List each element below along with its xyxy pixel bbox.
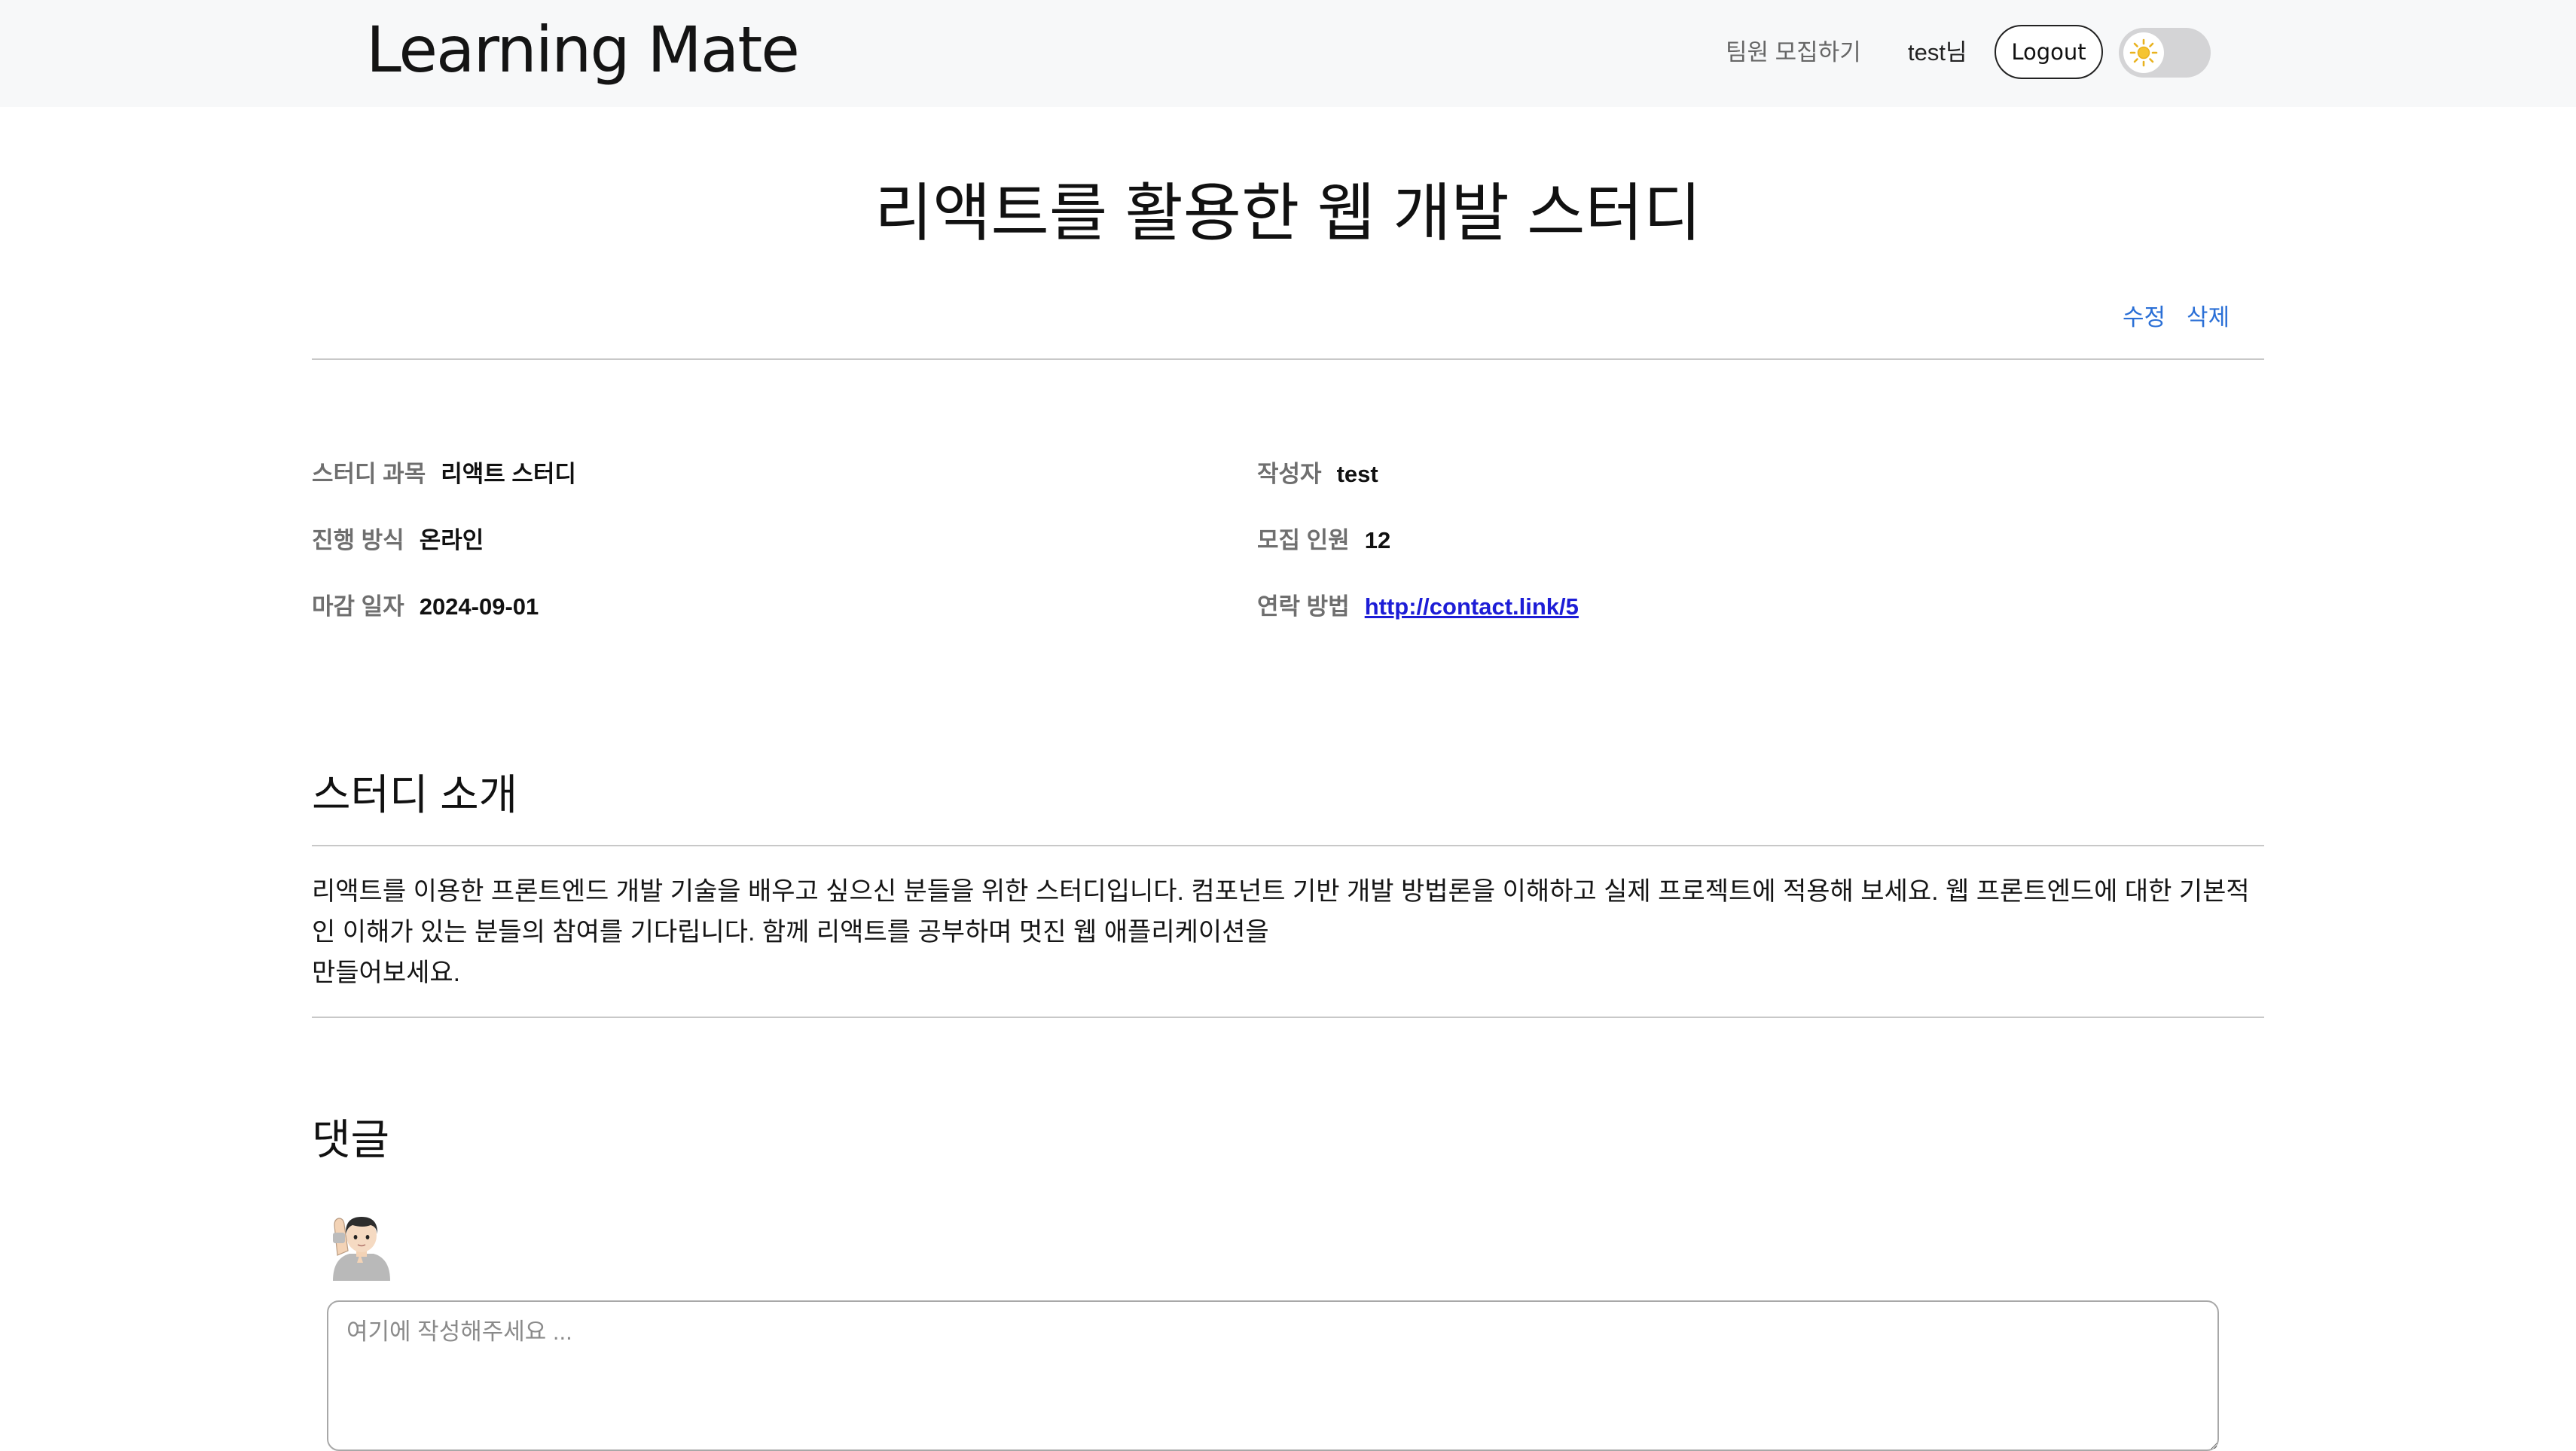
info-subject: 스터디 과목 리액트 스터디: [312, 456, 576, 492]
author-label: 작성자: [1257, 461, 1322, 487]
info-contact: 연락 방법 http://contact.link/5: [1257, 589, 1579, 625]
headcount-value: 12: [1364, 527, 1391, 553]
delete-post-button[interactable]: 삭제: [2187, 300, 2230, 336]
contact-label: 연락 방법: [1257, 593, 1350, 620]
intro-body: 리액트를 이용한 프론트엔드 개발 기술을 배우고 싶으신 분들을 위한 스터디…: [312, 877, 2250, 987]
post-actions: 수정 삭제: [2123, 300, 2230, 336]
headcount-label: 모집 인원: [1257, 527, 1350, 553]
edit-post-button[interactable]: 수정: [2123, 300, 2165, 336]
title-divider: [312, 358, 2264, 360]
post-title: 리액트를 활용한 웹 개발 스터디: [874, 178, 1702, 248]
info-deadline: 마감 일자 2024-09-01: [312, 589, 539, 625]
deadline-value: 2024-09-01: [419, 593, 539, 620]
raising-hand-avatar-icon: [327, 1209, 395, 1281]
top-navigation-bar: Learning Mate 팀원 모집하기 test님 Logout: [0, 0, 2576, 107]
user-greeting: test님: [1908, 39, 1967, 66]
deadline-label: 마감 일자: [312, 593, 404, 620]
info-method: 진행 방식 온라인: [312, 523, 484, 559]
author-value: test: [1336, 461, 1378, 487]
contact-link[interactable]: http://contact.link/5: [1365, 589, 1579, 625]
comments-heading: 댓글: [312, 1116, 390, 1163]
site-logo[interactable]: Learning Mate: [366, 8, 800, 92]
recruit-members-link[interactable]: 팀원 모집하기: [1726, 32, 1861, 74]
theme-toggle[interactable]: [2119, 28, 2211, 78]
sun-icon: [2123, 32, 2164, 73]
subject-value: 리액트 스터디: [441, 461, 576, 487]
intro-divider-top: [312, 845, 2264, 846]
intro-heading: 스터디 소개: [312, 771, 518, 818]
info-headcount: 모집 인원 12: [1257, 523, 1390, 559]
method-value: 온라인: [419, 527, 484, 553]
logout-button[interactable]: Logout: [1995, 25, 2103, 79]
comment-input[interactable]: [327, 1300, 2219, 1451]
intro-divider-bottom: [312, 1017, 2264, 1018]
method-label: 진행 방식: [312, 527, 404, 553]
info-author: 작성자 test: [1257, 456, 1378, 492]
subject-label: 스터디 과목: [312, 461, 426, 487]
